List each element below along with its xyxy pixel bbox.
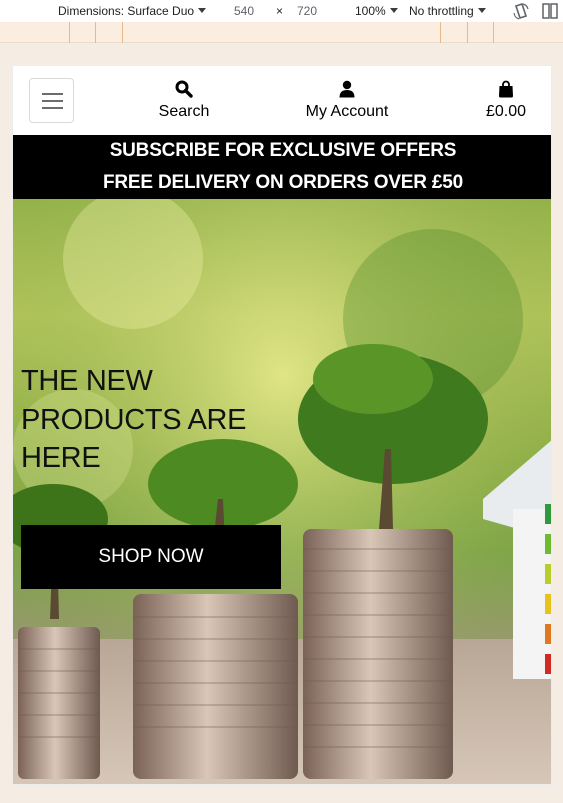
banner-line-subscribe[interactable]: SUBSCRIBE FOR EXCLUSIVE OFFERS: [13, 135, 551, 167]
hamburger-icon: [42, 107, 63, 109]
height-input[interactable]: 720: [297, 4, 317, 18]
account-label: My Account: [305, 103, 389, 120]
zoom-label: 100%: [355, 4, 386, 18]
device-label: Dimensions: Surface Duo: [58, 4, 195, 18]
ruler-marker: [69, 22, 70, 43]
ruler-marker: [122, 22, 123, 43]
hamburger-icon: [42, 100, 63, 102]
banner-line-delivery: FREE DELIVERY ON ORDERS OVER £50: [103, 172, 463, 193]
cart-total: £0.00: [485, 103, 527, 120]
promo-banner: SUBSCRIBE FOR EXCLUSIVE OFFERS FREE DELI…: [13, 135, 551, 199]
hero-title: THE NEW PRODUCTS ARE HERE: [21, 365, 247, 474]
chevron-down-icon: [389, 8, 398, 13]
search-icon: [144, 80, 224, 98]
user-icon: [292, 80, 402, 98]
hamburger-icon: [42, 93, 63, 95]
times-sign: ×: [276, 4, 284, 18]
ruler-marker: [467, 22, 468, 43]
zoom-select[interactable]: 100%: [355, 4, 398, 18]
dual-screen-icon[interactable]: [541, 3, 559, 23]
site-header: Search My Account £0.00: [13, 66, 551, 135]
hero-section: THE NEW PRODUCTS ARE HERE SHOP NOW: [13, 199, 551, 784]
account-link[interactable]: My Account: [292, 80, 402, 121]
throttle-label: No throttling: [409, 4, 474, 18]
rotate-icon[interactable]: [512, 2, 530, 23]
chevron-down-icon: [477, 8, 486, 13]
devtools-device-toolbar: Dimensions: Surface Duo 540 × 720 100% N…: [0, 0, 563, 22]
ruler-marker: [493, 22, 494, 43]
cart-link[interactable]: £0.00: [471, 80, 541, 121]
ruler-marker: [95, 22, 96, 43]
ruler-marker: [440, 22, 441, 43]
width-input[interactable]: 540: [234, 4, 254, 18]
menu-toggle-button[interactable]: [29, 78, 74, 123]
shopping-bag-icon: [471, 80, 541, 98]
search-link[interactable]: Search: [144, 80, 224, 121]
throttle-select[interactable]: No throttling: [409, 4, 486, 18]
media-query-ruler: [0, 22, 563, 43]
device-select[interactable]: Dimensions: Surface Duo: [58, 4, 207, 18]
hero-background-image: [13, 199, 551, 784]
device-viewport: Search My Account £0.00 SUBSCRIBE FOR EX…: [12, 65, 552, 785]
shop-now-button[interactable]: SHOP NOW: [21, 525, 281, 589]
chevron-down-icon: [198, 8, 207, 13]
search-label: Search: [158, 103, 210, 120]
